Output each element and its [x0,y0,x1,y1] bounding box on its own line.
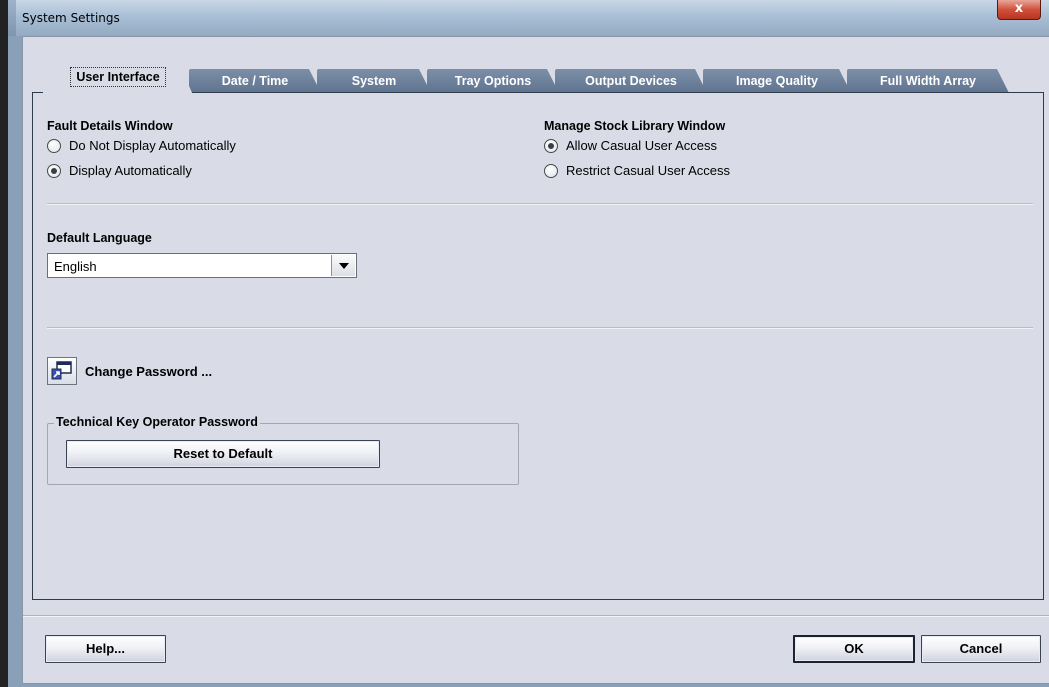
chevron-down-icon[interactable] [331,255,355,276]
title-bar: System Settings x [16,0,1049,36]
tab-user-interface[interactable]: User Interface [43,63,193,95]
tab-tray-options[interactable]: Tray Options [427,69,559,93]
radio-do-not-display[interactable]: Do Not Display Automatically [47,138,236,153]
tab-image-quality[interactable]: Image Quality [703,69,851,93]
radio-button[interactable] [47,138,61,153]
tab-output-devices[interactable]: Output Devices [555,69,707,93]
section-divider [47,203,1033,205]
dialog-launch-icon [51,361,72,380]
section-divider [47,327,1033,329]
radio-allow-casual[interactable]: Allow Casual User Access [544,138,717,153]
radio-label: Restrict Casual User Access [566,163,730,178]
window-title: System Settings [22,11,120,25]
tab-system[interactable]: System [317,69,431,93]
tab-full-width-array[interactable]: Full Width Array [847,69,1009,93]
radio-label: Allow Casual User Access [566,138,717,153]
radio-label: Do Not Display Automatically [69,138,236,153]
change-password-button[interactable] [47,357,77,385]
radio-button[interactable] [47,163,61,178]
footer-divider [23,615,1049,617]
reset-to-default-button[interactable]: Reset to Default [66,440,380,468]
tko-password-group: Technical Key Operator Password Reset to… [47,415,519,485]
language-select-value: English [54,259,97,274]
tab-date-time[interactable]: Date / Time [189,69,321,93]
ok-button[interactable]: OK [793,635,915,663]
radio-label: Display Automatically [69,163,192,178]
radio-restrict-casual[interactable]: Restrict Casual User Access [544,163,730,178]
tko-password-legend: Technical Key Operator Password [54,415,260,429]
system-settings-window: System Settings x User Interface Date / … [0,0,1049,687]
tab-label: Tray Options [454,74,532,88]
tab-label: User Interface [70,67,165,87]
radio-button[interactable] [544,138,558,153]
fault-details-heading: Fault Details Window [47,119,173,133]
stock-library-heading: Manage Stock Library Window [544,119,726,133]
tab-label: Image Quality [736,74,818,88]
cancel-button[interactable]: Cancel [921,635,1041,663]
radio-button[interactable] [544,163,558,178]
help-button[interactable]: Help... [45,635,166,663]
language-select[interactable]: English [47,253,357,278]
tab-label: Full Width Array [880,74,976,88]
change-password-label[interactable]: Change Password ... [85,364,212,379]
tab-strip: User Interface Date / Time System Tray O… [43,63,1043,93]
user-interface-panel: Fault Details Window Do Not Display Auto… [32,92,1044,600]
tab-label: Output Devices [585,74,677,88]
close-button[interactable]: x [997,0,1041,20]
radio-display-automatically[interactable]: Display Automatically [47,163,192,178]
dialog-client-area: User Interface Date / Time System Tray O… [22,36,1049,684]
tab-label: Date / Time [221,74,289,88]
default-language-heading: Default Language [47,231,152,245]
tab-label: System [351,74,397,88]
